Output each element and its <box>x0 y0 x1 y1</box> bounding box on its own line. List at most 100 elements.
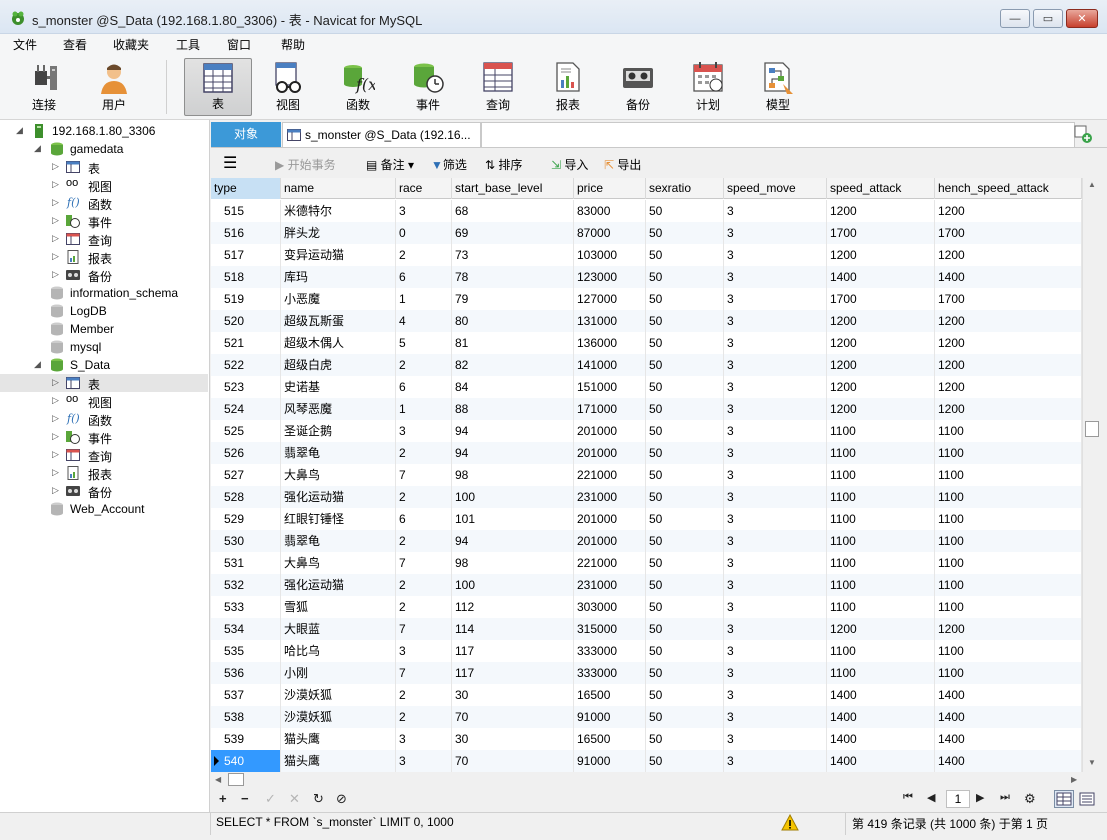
col-price-cell[interactable]: 16500 <box>574 728 646 750</box>
col-speed-move-cell[interactable]: 3 <box>724 530 827 552</box>
col-sexratio-cell[interactable]: 50 <box>646 662 724 684</box>
collapsed-arrow-icon[interactable]: ▷ <box>52 467 59 478</box>
col-start-base-level-cell[interactable]: 81 <box>452 332 574 354</box>
tab-s-monster[interactable]: s_monster @S_Data (192.16... <box>282 122 481 147</box>
col-name-cell[interactable]: 强化运动猫 <box>281 486 396 508</box>
col-start-base-level-cell[interactable]: 80 <box>452 310 574 332</box>
col-start-base-level-cell[interactable]: 94 <box>452 420 574 442</box>
col-speed-attack-cell[interactable]: 1700 <box>827 288 935 310</box>
col-name-cell[interactable]: 猫头鹰 <box>281 750 396 772</box>
col-hench-speed-attack-cell[interactable]: 1200 <box>935 310 1082 332</box>
col-race-cell[interactable]: 3 <box>396 750 452 772</box>
col-hench-speed-attack-cell[interactable]: 1200 <box>935 244 1082 266</box>
col-type-header[interactable]: type <box>211 178 281 199</box>
col-sexratio-cell[interactable]: 50 <box>646 200 724 222</box>
col-name-cell[interactable]: 史诺基 <box>281 376 396 398</box>
discard-changes-button[interactable]: ✕ <box>289 791 300 807</box>
menu-tools[interactable]: 工具 <box>176 36 200 53</box>
tree-item-queries[interactable]: ▷ 查询 <box>0 230 208 248</box>
col-price-cell[interactable]: 201000 <box>574 442 646 464</box>
col-sexratio-cell[interactable]: 50 <box>646 332 724 354</box>
tree-item-events[interactable]: ▷ 事件 <box>0 212 208 230</box>
col-speed-attack-cell[interactable]: 1100 <box>827 640 935 662</box>
vertical-scrollbar[interactable]: ▲ ▼ <box>1082 178 1100 772</box>
col-sexratio-cell[interactable]: 50 <box>646 640 724 662</box>
delete-record-button[interactable]: − <box>241 791 249 806</box>
col-type-cell[interactable]: 534 <box>211 618 281 640</box>
table-row[interactable]: 532 强化运动猫 2 100 231000 50 3 1100 1100 <box>211 574 1082 596</box>
col-speed-move-cell[interactable]: 3 <box>724 266 827 288</box>
col-type-cell[interactable]: 533 <box>211 596 281 618</box>
col-speed-move-cell[interactable]: 3 <box>724 486 827 508</box>
col-speed-move-cell[interactable]: 3 <box>724 244 827 266</box>
col-speed-move-cell[interactable]: 3 <box>724 618 827 640</box>
col-race-cell[interactable]: 3 <box>396 420 452 442</box>
col-price-cell[interactable]: 303000 <box>574 596 646 618</box>
col-speed-move-cell[interactable]: 3 <box>724 288 827 310</box>
col-speed-attack-cell[interactable]: 1400 <box>827 266 935 288</box>
last-page-button[interactable]: ⏭ <box>1000 791 1010 804</box>
add-record-button[interactable]: + <box>219 791 227 806</box>
col-price-cell[interactable]: 123000 <box>574 266 646 288</box>
collapsed-arrow-icon[interactable]: ▷ <box>52 377 59 388</box>
col-start-base-level-cell[interactable]: 73 <box>452 244 574 266</box>
close-button[interactable]: ✕ <box>1066 9 1098 28</box>
col-speed-attack-cell[interactable]: 1100 <box>827 552 935 574</box>
collapsed-arrow-icon[interactable]: ▷ <box>52 269 59 280</box>
collapsed-arrow-icon[interactable]: ▷ <box>52 161 59 172</box>
col-race-cell[interactable]: 5 <box>396 332 452 354</box>
col-sexratio-cell[interactable]: 50 <box>646 266 724 288</box>
view-button[interactable]: 视图 <box>257 58 319 116</box>
col-name-cell[interactable]: 哈比乌 <box>281 640 396 662</box>
col-hench-speed-attack-cell[interactable]: 1700 <box>935 288 1082 310</box>
col-speed-attack-cell[interactable]: 1200 <box>827 354 935 376</box>
col-speed-attack-cell[interactable]: 1400 <box>827 750 935 772</box>
col-hench-speed-attack-cell[interactable]: 1200 <box>935 376 1082 398</box>
col-speed-attack-cell[interactable]: 1400 <box>827 728 935 750</box>
col-sexratio-cell[interactable]: 50 <box>646 530 724 552</box>
begin-transaction-button[interactable]: ▶ 开始事务 <box>275 156 336 173</box>
col-price-cell[interactable]: 171000 <box>574 398 646 420</box>
col-speed-move-cell[interactable]: 3 <box>724 684 827 706</box>
col-start-base-level-cell[interactable]: 100 <box>452 486 574 508</box>
scroll-left-arrow-icon[interactable]: ◀ <box>215 775 221 784</box>
col-type-cell[interactable]: 518 <box>211 266 281 288</box>
col-sexratio-cell[interactable]: 50 <box>646 354 724 376</box>
col-race-cell[interactable]: 1 <box>396 288 452 310</box>
col-price-cell[interactable]: 201000 <box>574 420 646 442</box>
col-price-cell[interactable]: 201000 <box>574 508 646 530</box>
form-view-icon[interactable] <box>1077 790 1097 808</box>
col-race-cell[interactable]: 1 <box>396 398 452 420</box>
collapsed-arrow-icon[interactable]: ▷ <box>52 395 59 406</box>
collapsed-arrow-icon[interactable]: ▷ <box>52 485 59 496</box>
col-price-cell[interactable]: 131000 <box>574 310 646 332</box>
col-race-cell[interactable]: 2 <box>396 354 452 376</box>
menu-file[interactable]: 文件 <box>13 36 37 53</box>
col-price-cell[interactable]: 91000 <box>574 706 646 728</box>
col-start-base-level-cell[interactable]: 88 <box>452 398 574 420</box>
col-sexratio-cell[interactable]: 50 <box>646 222 724 244</box>
horizontal-scroll-thumb[interactable] <box>228 773 244 786</box>
col-name-cell[interactable]: 变异运动猫 <box>281 244 396 266</box>
col-sexratio-cell[interactable]: 50 <box>646 596 724 618</box>
col-hench-speed-attack-cell[interactable]: 1400 <box>935 684 1082 706</box>
menu-help[interactable]: 帮助 <box>281 36 305 53</box>
warning-icon[interactable] <box>781 814 799 832</box>
col-hench-speed-attack-cell[interactable]: 1100 <box>935 442 1082 464</box>
col-speed-move-cell[interactable]: 3 <box>724 662 827 684</box>
table-row[interactable]: 533 雪狐 2 112 303000 50 3 1100 1100 <box>211 596 1082 618</box>
col-name-cell[interactable]: 强化运动猫 <box>281 574 396 596</box>
col-race-cell[interactable]: 2 <box>396 684 452 706</box>
table-row[interactable]: 518 库玛 6 78 123000 50 3 1400 1400 <box>211 266 1082 288</box>
col-speed-attack-cell[interactable]: 1100 <box>827 420 935 442</box>
table-row[interactable]: 529 红眼钉锤怪 6 101 201000 50 3 1100 1100 <box>211 508 1082 530</box>
menu-view[interactable]: 查看 <box>63 36 87 53</box>
col-type-cell[interactable]: 520 <box>211 310 281 332</box>
col-race-cell[interactable]: 2 <box>396 442 452 464</box>
col-hench-speed-attack-cell[interactable]: 1200 <box>935 618 1082 640</box>
collapsed-arrow-icon[interactable]: ▷ <box>52 413 59 424</box>
col-race-header[interactable]: race <box>396 178 452 199</box>
col-speed-move-cell[interactable]: 3 <box>724 574 827 596</box>
tree-db-s-data[interactable]: ◢ S_Data <box>0 356 208 374</box>
col-sexratio-cell[interactable]: 50 <box>646 728 724 750</box>
